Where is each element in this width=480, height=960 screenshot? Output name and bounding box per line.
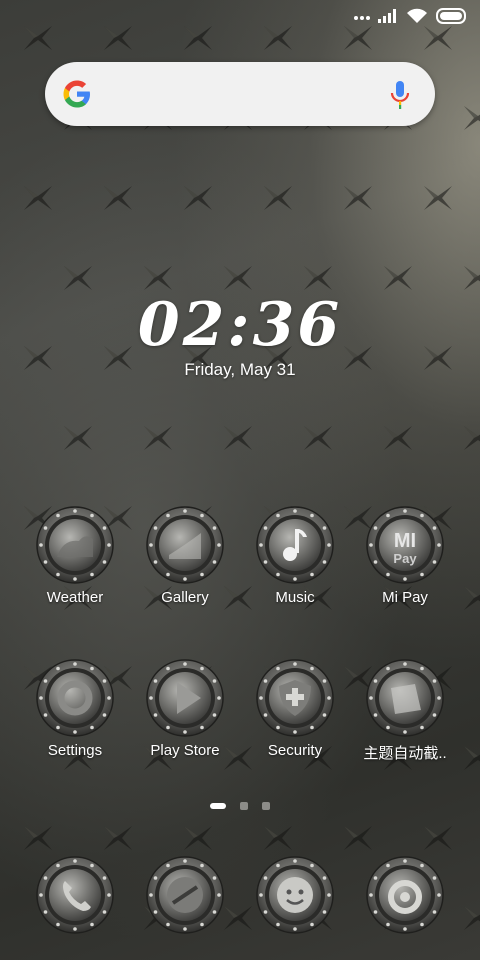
battery-icon — [436, 8, 466, 24]
wallpaper-x-mark — [24, 826, 52, 850]
app-label: Music — [275, 589, 315, 606]
music-icon — [256, 506, 334, 584]
more-dots-icon — [352, 7, 370, 25]
app-music[interactable]: Music — [240, 505, 350, 606]
camera-icon — [366, 856, 444, 934]
wallpaper-x-mark — [224, 266, 252, 290]
wallpaper-x-mark — [424, 826, 452, 850]
app-label: Mi Pay — [382, 589, 428, 606]
weather-icon — [36, 506, 114, 584]
wallpaper-pattern — [24, 26, 480, 930]
play-store-icon — [146, 659, 224, 737]
wallpaper-x-mark — [424, 186, 452, 210]
status-bar — [0, 0, 480, 32]
wallpaper-x-mark — [184, 826, 212, 850]
app-settings[interactable]: Settings — [20, 658, 130, 759]
app-mi-pay[interactable]: MI Pay Mi Pay — [350, 505, 460, 606]
settings-icon — [36, 659, 114, 737]
wallpaper-x-mark — [104, 826, 132, 850]
wallpaper-x-mark — [464, 746, 480, 770]
wallpaper-x-mark — [144, 426, 172, 450]
wallpaper-x-mark — [464, 106, 480, 130]
app-label: Security — [267, 742, 323, 759]
wallpaper-x-mark — [344, 826, 372, 850]
app-label: Play Store — [150, 742, 220, 759]
clock-date: Friday, May 31 — [184, 360, 296, 379]
clock-time[interactable]: 02:36 — [0, 290, 480, 360]
dock-phone[interactable] — [20, 855, 130, 935]
wallpaper-x-mark — [64, 426, 92, 450]
signal-icon — [378, 9, 396, 23]
app-label: Gallery — [161, 589, 209, 606]
security-icon — [256, 659, 334, 737]
app-label: Settings — [47, 742, 103, 759]
gallery-icon — [146, 506, 224, 584]
wallpaper-x-mark — [384, 426, 412, 450]
svg-text:MI: MI — [394, 530, 416, 552]
wallpaper-x-mark — [304, 426, 332, 450]
chat-icon — [256, 856, 334, 934]
mic-icon[interactable] — [389, 80, 411, 110]
wallpaper-x-mark — [64, 266, 92, 290]
page-indicator[interactable] — [0, 802, 480, 810]
messages-icon — [146, 856, 224, 934]
page-dot[interactable] — [210, 803, 226, 809]
wallpaper-x-mark — [24, 186, 52, 210]
dock-camera[interactable] — [350, 855, 460, 935]
wallpaper-x-mark — [464, 426, 480, 450]
app-theme[interactable]: 主题自动截.. — [350, 658, 460, 763]
page-dot[interactable] — [262, 802, 270, 810]
wallpaper-x-mark — [144, 266, 172, 290]
svg-text:Pay: Pay — [393, 551, 417, 566]
wallpaper-x-mark — [464, 906, 480, 930]
dock-messages[interactable] — [130, 855, 240, 935]
app-label: 主题自动截.. — [363, 745, 447, 762]
google-search-bar[interactable] — [45, 62, 435, 126]
wallpaper-x-mark — [304, 266, 332, 290]
phone-icon — [36, 856, 114, 934]
wallpaper-x-mark — [104, 186, 132, 210]
app-play-store[interactable]: Play Store — [130, 658, 240, 759]
app-security[interactable]: Security — [240, 658, 350, 759]
wallpaper-x-mark — [264, 186, 292, 210]
app-weather[interactable]: Weather — [20, 505, 130, 606]
wallpaper-x-mark — [464, 586, 480, 610]
theme-icon — [366, 659, 444, 737]
google-logo-icon — [63, 80, 90, 108]
wifi-icon — [407, 8, 427, 23]
app-gallery[interactable]: Gallery — [130, 505, 240, 606]
wallpaper-x-mark — [224, 426, 252, 450]
wallpaper-x-mark — [264, 826, 292, 850]
wallpaper-x-mark — [344, 186, 372, 210]
app-label: Weather — [46, 589, 104, 606]
wallpaper-x-mark — [384, 266, 412, 290]
dock-chat[interactable] — [240, 855, 350, 935]
wallpaper-x-mark — [184, 186, 212, 210]
wallpaper-x-mark — [464, 266, 480, 290]
mi-pay-icon: MI Pay — [366, 506, 444, 584]
page-dot[interactable] — [240, 802, 248, 810]
